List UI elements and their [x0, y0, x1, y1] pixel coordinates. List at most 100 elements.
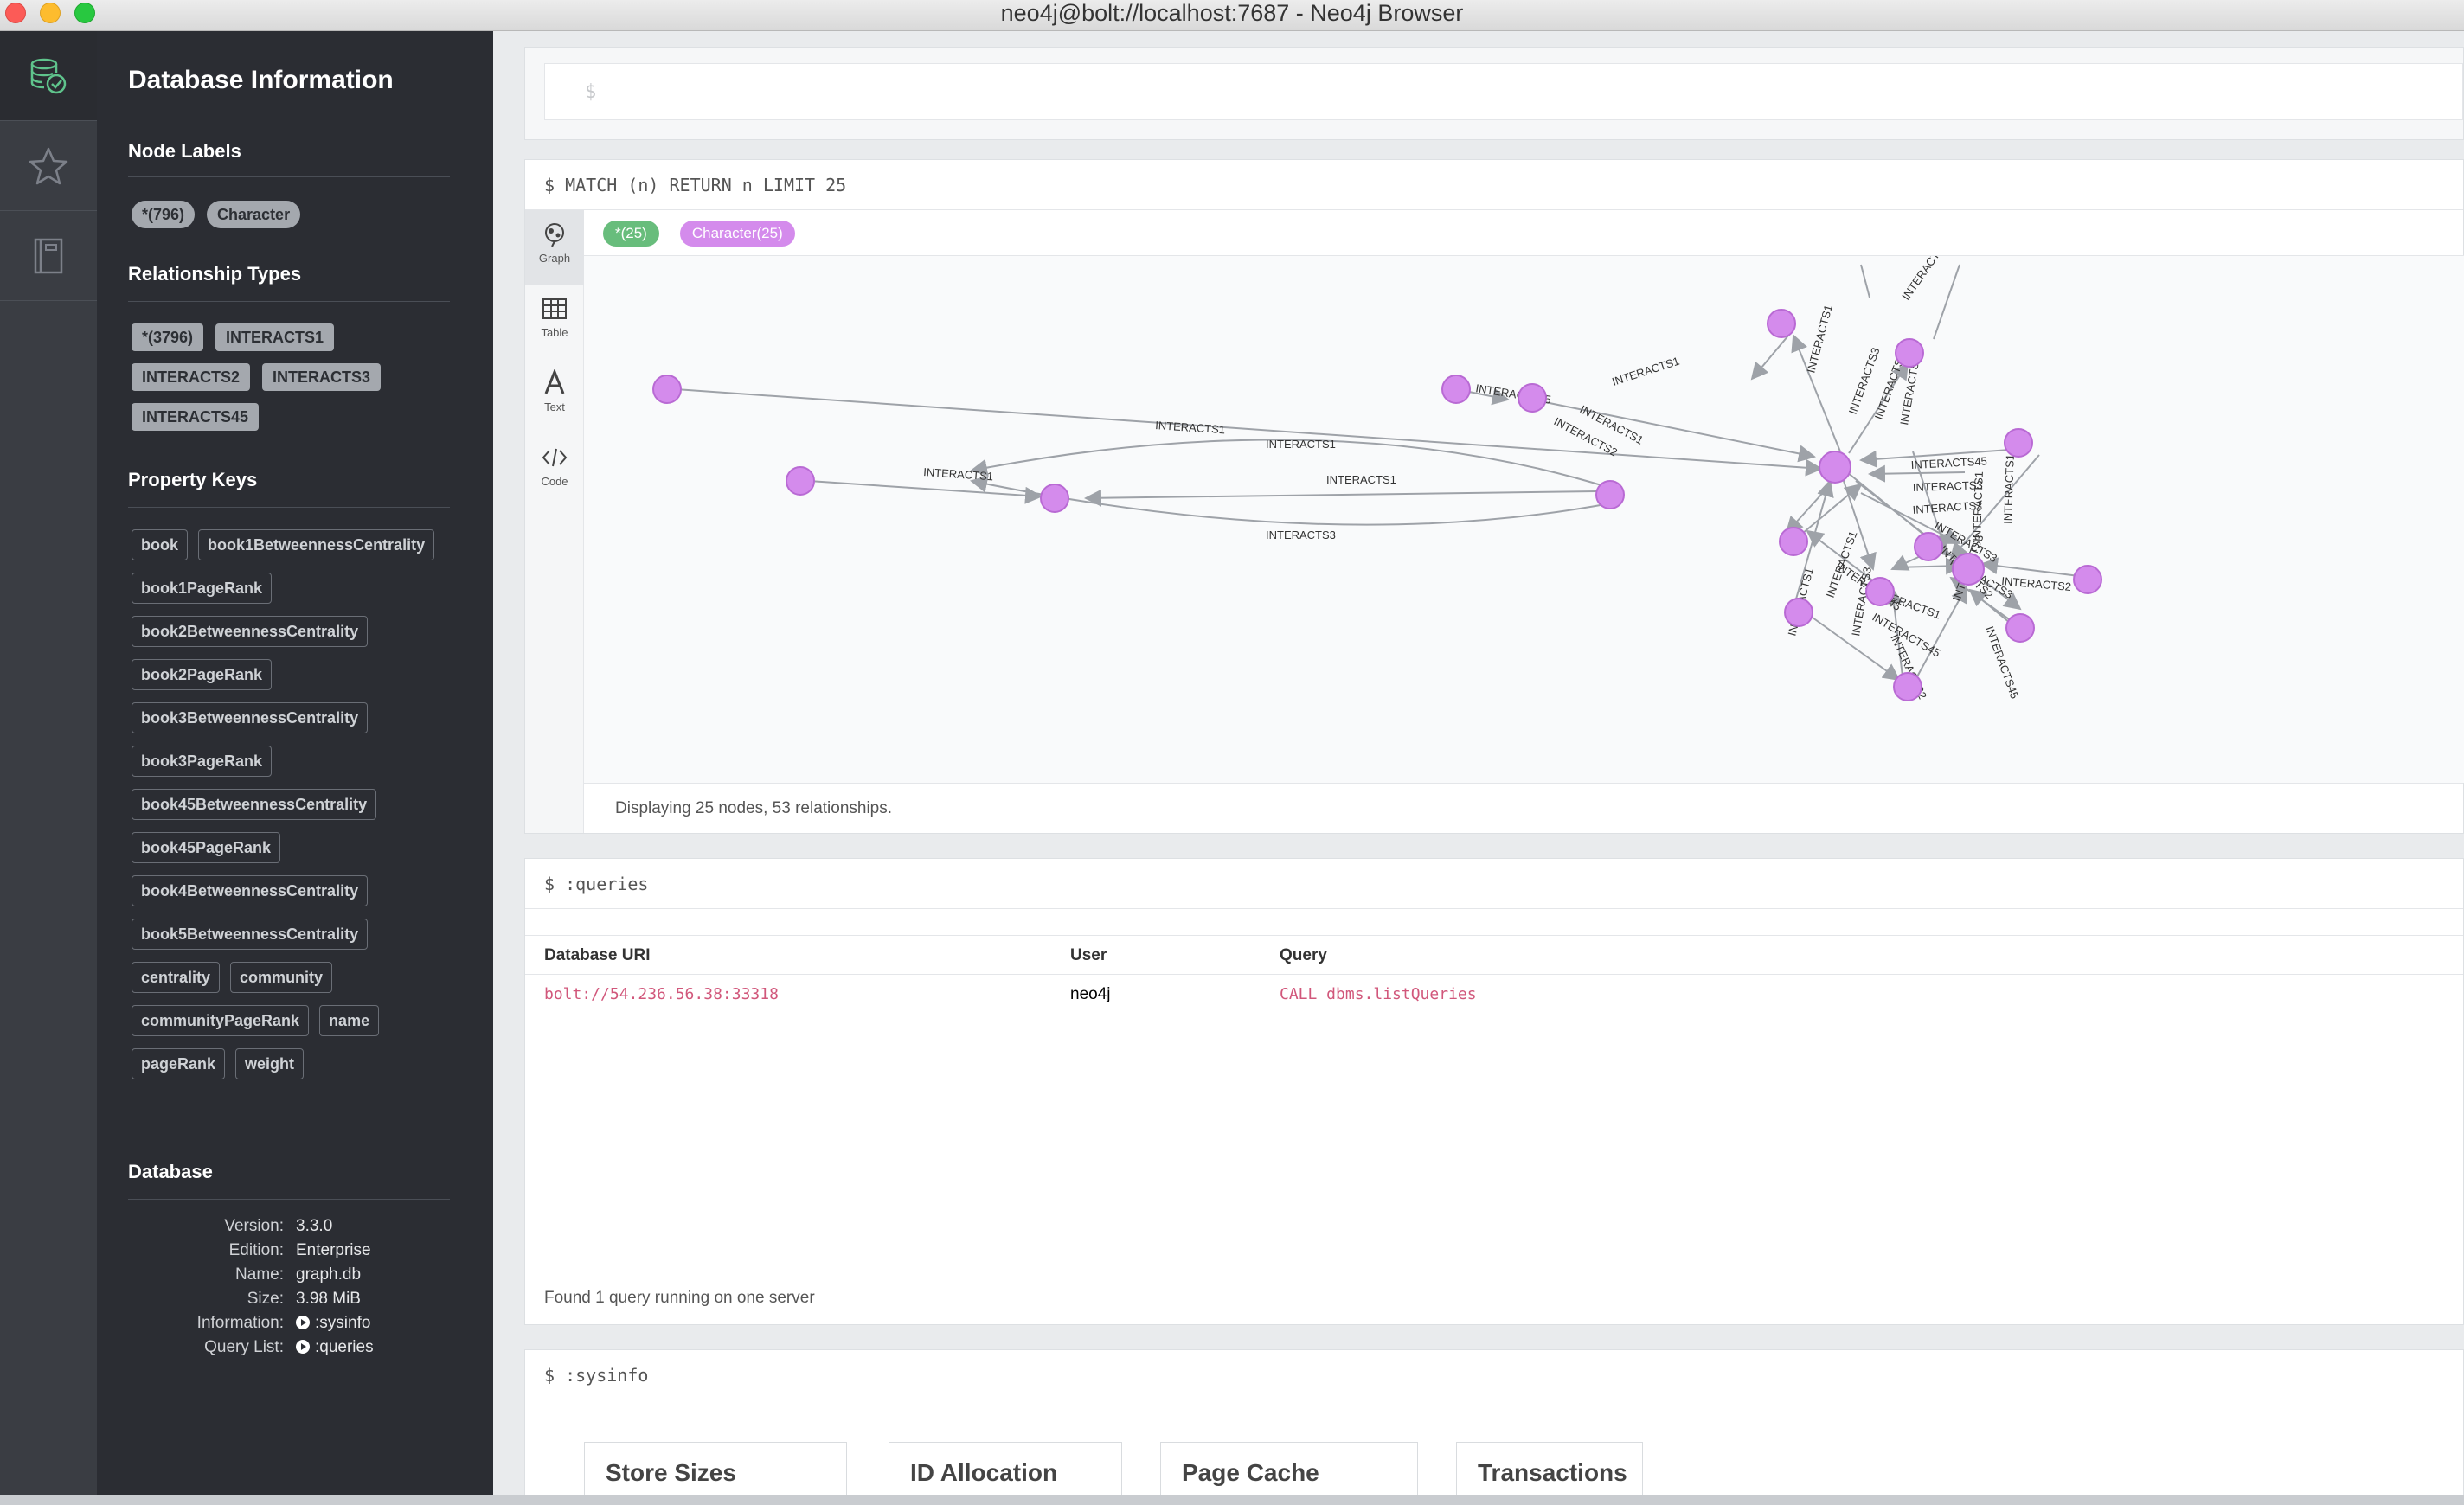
- graph-canvas[interactable]: INTERACTS1 INTERACTS1 INTERACTS1 INTERAC…: [584, 238, 2464, 784]
- graph-node[interactable]: [1040, 484, 1069, 513]
- graph-node[interactable]: [2005, 613, 2035, 643]
- tab-graph[interactable]: Graph: [525, 210, 584, 285]
- relationship[interactable]: [1860, 264, 1870, 298]
- query-user: neo4j: [1070, 985, 1111, 1003]
- window-title: neo4j@bolt://localhost:7687 - Neo4j Brow…: [1000, 0, 1464, 26]
- relationship[interactable]: [1980, 557, 2080, 577]
- icon-rail: [0, 31, 97, 1495]
- graph-node[interactable]: [1895, 338, 1924, 368]
- tab-table[interactable]: Table: [525, 285, 584, 359]
- graph-node[interactable]: [1784, 598, 1813, 627]
- sysinfo-link[interactable]: :sysinfo: [296, 1311, 370, 1335]
- relationship[interactable]: [675, 388, 1823, 477]
- property-key[interactable]: book3BetweennessCentrality: [132, 702, 369, 733]
- divider: [128, 176, 450, 177]
- graph-node[interactable]: [1767, 309, 1796, 338]
- star-icon: [29, 147, 68, 184]
- graph-node[interactable]: [1518, 383, 1547, 413]
- property-key[interactable]: book3PageRank: [132, 746, 273, 777]
- play-icon: [296, 1316, 310, 1329]
- graph-node[interactable]: [2073, 565, 2102, 594]
- relationship[interactable]: [808, 480, 1043, 504]
- property-key[interactable]: book: [132, 529, 188, 560]
- graph-node[interactable]: [1893, 672, 1922, 701]
- property-key[interactable]: book2PageRank: [132, 659, 273, 690]
- tab-text[interactable]: Text: [525, 359, 584, 433]
- property-key[interactable]: weight: [235, 1048, 305, 1079]
- property-key[interactable]: book1BetweennessCentrality: [198, 529, 435, 560]
- table-view-icon: [542, 298, 567, 319]
- legend-chip-all[interactable]: *(25): [603, 221, 659, 247]
- graph-node[interactable]: [1819, 451, 1851, 484]
- code-view-icon: [542, 448, 568, 467]
- property-key[interactable]: community: [230, 962, 333, 993]
- queries-status-bar: Found 1 query running on one server: [525, 1271, 2463, 1324]
- relationship[interactable]: [1933, 264, 1960, 340]
- column-header: Database URI: [544, 946, 651, 964]
- frame-command[interactable]: $ :sysinfo: [525, 1350, 2463, 1400]
- graph-node[interactable]: [1865, 577, 1895, 606]
- relationship-label: INTERACTS1: [1970, 471, 1986, 541]
- rail-database-button[interactable]: [0, 31, 97, 121]
- property-key[interactable]: centrality: [132, 962, 221, 993]
- rel-type-interacts2[interactable]: INTERACTS2: [132, 363, 251, 391]
- relationship-label: INTERACTS1: [1266, 438, 1336, 451]
- frame-command[interactable]: $ :queries: [525, 859, 2463, 909]
- relationship-label: INTERACTS1: [1610, 355, 1681, 388]
- graph-node[interactable]: [1952, 553, 1985, 586]
- property-key[interactable]: name: [319, 1005, 380, 1036]
- graph-node[interactable]: [1595, 480, 1625, 509]
- tab-code[interactable]: Code: [525, 433, 584, 508]
- property-key[interactable]: book45BetweennessCentrality: [132, 789, 377, 820]
- sysinfo-frame: $ :sysinfo Store Sizes ID Allocation Pag…: [524, 1349, 2464, 1505]
- property-key[interactable]: book5BetweennessCentrality: [132, 919, 369, 950]
- rail-favorites-button[interactable]: [0, 121, 97, 211]
- property-key[interactable]: book1PageRank: [132, 573, 273, 604]
- rail-documents-button[interactable]: [0, 211, 97, 301]
- relationship[interactable]: [1750, 335, 1789, 381]
- relationship-label: INTERACTS1: [1899, 256, 1950, 303]
- graph-view-icon: [545, 223, 564, 247]
- relationship-types-list: *(3796) INTERACTS1 INTERACTS2 INTERACTS3…: [132, 323, 460, 431]
- relationship-label: INTERACTS1: [1326, 473, 1396, 486]
- queries-table: Database URI User Query bolt://54.236.56…: [525, 909, 2463, 1015]
- graph-legend: *(25) Character(25): [603, 221, 795, 247]
- relationship-label: INTERACTS1: [1804, 304, 1834, 375]
- graph-node[interactable]: [786, 466, 815, 496]
- property-key[interactable]: communityPageRank: [132, 1005, 310, 1036]
- legend-chip-character[interactable]: Character(25): [679, 221, 795, 247]
- db-row-information: Information::sysinfo: [132, 1311, 460, 1335]
- window-bottom-edge: [0, 1495, 2464, 1505]
- graph-node[interactable]: [1914, 532, 1943, 561]
- queries-link[interactable]: :queries: [296, 1335, 374, 1360]
- db-row-size: Size: 3.98 MiB: [247, 1290, 361, 1308]
- node-label-character[interactable]: Character: [207, 201, 301, 228]
- divider: [128, 1199, 450, 1200]
- cypher-editor-input[interactable]: $: [544, 63, 2463, 120]
- db-row-edition: Edition: Enterprise: [228, 1241, 371, 1259]
- divider: [128, 301, 450, 302]
- frame-command[interactable]: $ MATCH (n) RETURN n LIMIT 25: [525, 160, 2463, 210]
- rel-type-all[interactable]: *(3796): [132, 323, 204, 351]
- property-key[interactable]: book2BetweennessCentrality: [132, 616, 369, 647]
- property-key[interactable]: book4BetweennessCentrality: [132, 875, 369, 906]
- graph-node[interactable]: [2004, 428, 2033, 458]
- relationship[interactable]: [1868, 464, 1966, 483]
- rel-type-interacts1[interactable]: INTERACTS1: [215, 323, 335, 351]
- graph-visualization[interactable]: INTERACTS1 INTERACTS1 INTERACTS1 INTERAC…: [584, 238, 2464, 784]
- relationship[interactable]: [1084, 489, 1597, 507]
- db-row-query-list: Query List::queries: [132, 1335, 460, 1360]
- graph-node[interactable]: [1779, 527, 1808, 556]
- rel-type-interacts45[interactable]: INTERACTS45: [132, 403, 260, 431]
- window-titlebar: neo4j@bolt://localhost:7687 - Neo4j Brow…: [0, 0, 2464, 31]
- property-keys-list: book book1BetweennessCentrality book1Pag…: [132, 529, 460, 1079]
- graph-node[interactable]: [1441, 375, 1471, 404]
- graph-node[interactable]: [652, 375, 682, 404]
- property-key[interactable]: book45PageRank: [132, 832, 281, 863]
- property-key[interactable]: pageRank: [132, 1048, 226, 1079]
- query-uri: bolt://54.236.56.38:33318: [544, 985, 779, 1003]
- book-icon: [34, 238, 63, 273]
- node-labels-title: Node Labels: [128, 140, 241, 162]
- rel-type-interacts3[interactable]: INTERACTS3: [262, 363, 382, 391]
- node-label-all[interactable]: *(796): [132, 201, 196, 228]
